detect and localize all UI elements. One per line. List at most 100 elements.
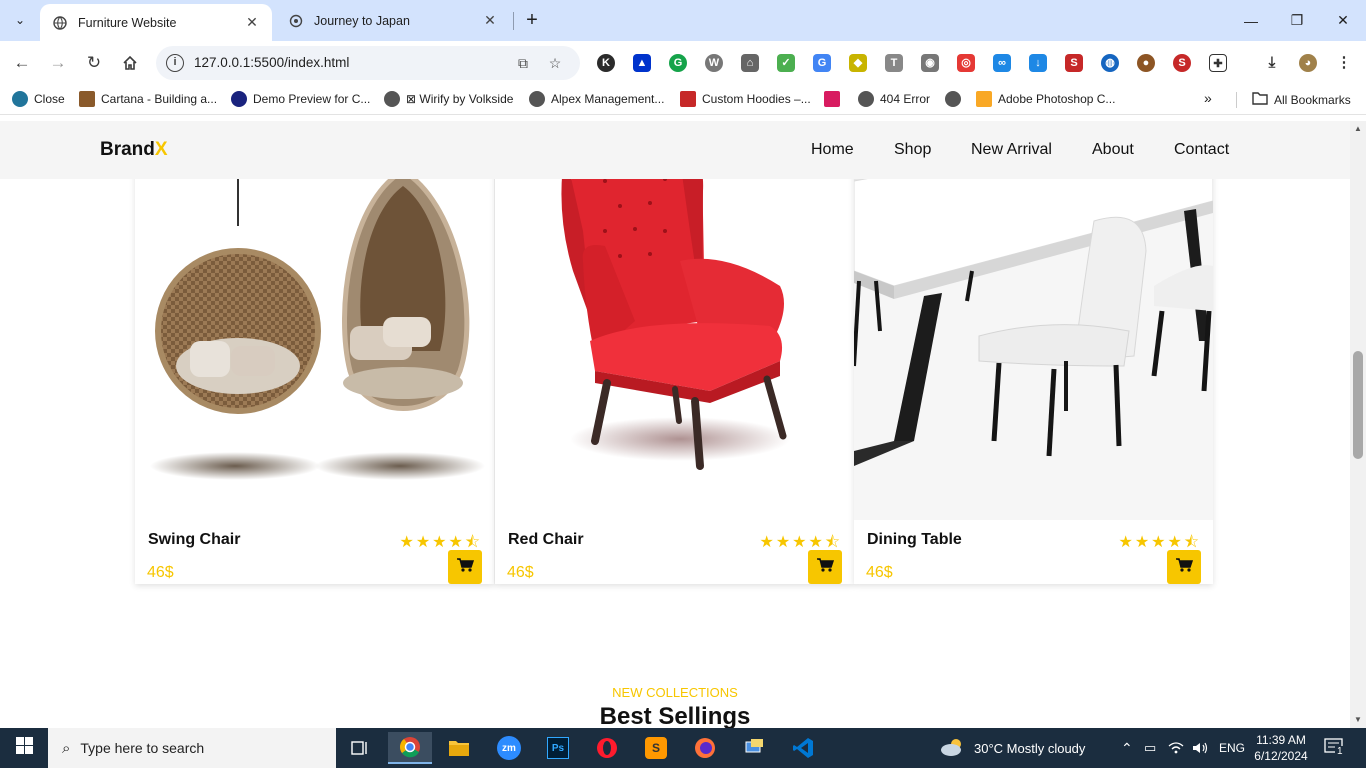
bookmarks-bar: Close Cartana - Building a... Demo Previ… [0,85,1366,115]
opera-icon[interactable] [585,732,629,764]
chrome-icon[interactable] [388,732,432,764]
notifications-button[interactable]: 1 [1324,728,1345,768]
task-view-icon[interactable] [338,732,382,764]
restore-icon[interactable]: ❐ [1274,0,1320,41]
firefox-icon[interactable] [683,732,727,764]
link-icon[interactable]: ∞ [993,54,1011,72]
seo-icon[interactable]: S [1065,54,1083,72]
bookmark-label: Demo Preview for C... [253,92,371,106]
bookmark-globe[interactable] [945,91,967,107]
minimize-icon[interactable]: — [1228,0,1274,41]
extension-triangle-icon[interactable]: ▲ [633,54,651,72]
extension-abc-icon[interactable]: ✓ [777,54,795,72]
download-extension-icon[interactable]: ↓ [1029,54,1047,72]
extension-k-icon[interactable]: K [597,54,615,72]
logo-accent: X [154,139,168,160]
site-logo[interactable]: BrandX [100,139,168,161]
add-to-cart-button[interactable] [1167,550,1201,584]
weather-widget[interactable]: 30°C Mostly cloudy [940,728,1085,768]
logo-text: Brand [100,139,155,160]
cartana-icon [79,91,95,107]
globe-icon [945,91,961,107]
weather-text: 30°C Mostly cloudy [974,740,1086,756]
extensions-puzzle-icon[interactable]: ✚ [1209,54,1227,72]
bank-icon[interactable]: ⌂ [741,54,759,72]
downloads-icon[interactable]: ⤓ [1263,54,1281,72]
cookie-icon[interactable]: ● [1137,54,1155,72]
bookmark-alpex[interactable]: Alpex Management... [529,91,664,107]
globe-icon [529,91,545,107]
taskbar-clock[interactable]: 11:39 AM 6/12/2024 [1248,732,1314,764]
language-indicator[interactable]: ENG [1219,728,1245,768]
home-icon[interactable] [116,49,144,77]
screen-capture-icon[interactable]: ◎ [957,54,975,72]
nav-home[interactable]: Home [811,141,854,159]
product-card[interactable]: Dining Table ★★★★⯪ 46$ [854,121,1213,584]
zoom-icon[interactable]: zm [487,732,531,764]
extension-s-icon[interactable]: S [1173,54,1191,72]
demo-icon [231,91,247,107]
chevron-right-icon[interactable]: » [1204,90,1212,106]
windows-logo-icon [15,737,33,759]
profile-avatar[interactable]: ◕ [1299,54,1317,72]
grammarly-icon[interactable]: G [669,54,687,72]
browser-menu-icon[interactable]: ⋮ [1335,54,1353,72]
bookmark-photoshop[interactable]: Adobe Photoshop C... [976,91,1115,107]
bookmark-close[interactable]: Close [12,91,65,107]
site-info-icon[interactable]: i [166,54,184,72]
nav-new-arrival[interactable]: New Arrival [971,141,1052,159]
bookmark-wirify[interactable]: ⊠ Wirify by Volkside [384,91,513,107]
scrollbar-thumb[interactable] [1353,351,1363,459]
nav-about[interactable]: About [1092,141,1134,159]
all-bookmarks-button[interactable]: All Bookmarks [1252,91,1351,108]
vscode-icon[interactable] [781,732,825,764]
bookmark-demo-preview[interactable]: Demo Preview for C... [231,91,370,107]
forward-arrow-icon[interactable]: → [44,49,72,77]
volume-icon[interactable] [1192,728,1208,768]
globe-extension-icon[interactable]: ◍ [1101,54,1119,72]
window-close-icon[interactable]: ✕ [1320,0,1366,41]
page-scrollbar[interactable]: ▲ ▼ [1350,121,1366,728]
windows-start-button[interactable] [0,728,48,768]
product-card[interactable]: Swing Chair ★★★★⯪ 46$ [135,121,494,584]
chevron-up-icon[interactable]: ⌃ [1121,728,1133,768]
nav-contact[interactable]: Contact [1174,141,1229,159]
add-to-cart-button[interactable] [448,550,482,584]
tab-furniture-website[interactable]: Furniture Website ✕ [40,4,272,41]
device-icon[interactable]: ▭ [1144,728,1156,768]
wordpress-icon[interactable]: W [705,54,723,72]
bookmark-pink[interactable] [824,91,846,107]
scroll-up-icon[interactable]: ▲ [1354,124,1362,133]
text-icon[interactable]: T [885,54,903,72]
file-explorer-icon[interactable] [437,732,481,764]
scroll-down-icon[interactable]: ▼ [1354,715,1362,724]
translate-icon[interactable]: ⧉ [514,54,532,72]
sublime-text-icon[interactable]: S [634,732,678,764]
pin-icon[interactable]: ◆ [849,54,867,72]
close-icon[interactable]: ✕ [244,14,260,31]
clock-time: 11:39 AM [1256,733,1306,747]
new-tab-button[interactable]: + [520,8,544,32]
back-arrow-icon[interactable]: ← [8,49,36,77]
product-price: 46$ [147,564,174,581]
tab-search-button[interactable]: ⌄ [6,6,34,34]
product-card[interactable]: Red Chair ★★★★⯪ 46$ [495,121,854,584]
taskbar-search-box[interactable]: ⌕ Type here to search [48,728,336,768]
bookmark-cartana[interactable]: Cartana - Building a... [79,91,217,107]
wifi-icon[interactable] [1168,728,1184,768]
photoshop-icon[interactable]: Ps [536,732,580,764]
nav-shop[interactable]: Shop [894,141,931,159]
bookmark-404-error[interactable]: 404 Error [858,91,930,107]
address-bar[interactable]: i 127.0.0.1:5500/index.html ⧉ ☆ [156,46,580,80]
bookmark-custom-hoodies[interactable]: Custom Hoodies –... [680,91,811,107]
network-app-icon[interactable] [732,732,776,764]
reload-icon[interactable]: ↻ [80,49,108,77]
google-translate-icon[interactable]: G [813,54,831,72]
camera-icon[interactable]: ◉ [921,54,939,72]
section-title: Best Sellings [599,703,751,728]
add-to-cart-button[interactable] [808,550,842,584]
close-icon[interactable]: ✕ [482,12,498,29]
bookmark-star-icon[interactable]: ☆ [546,54,564,72]
url-text[interactable]: 127.0.0.1:5500/index.html [194,55,349,70]
tab-journey-to-japan[interactable]: Journey to Japan ✕ [276,0,510,41]
